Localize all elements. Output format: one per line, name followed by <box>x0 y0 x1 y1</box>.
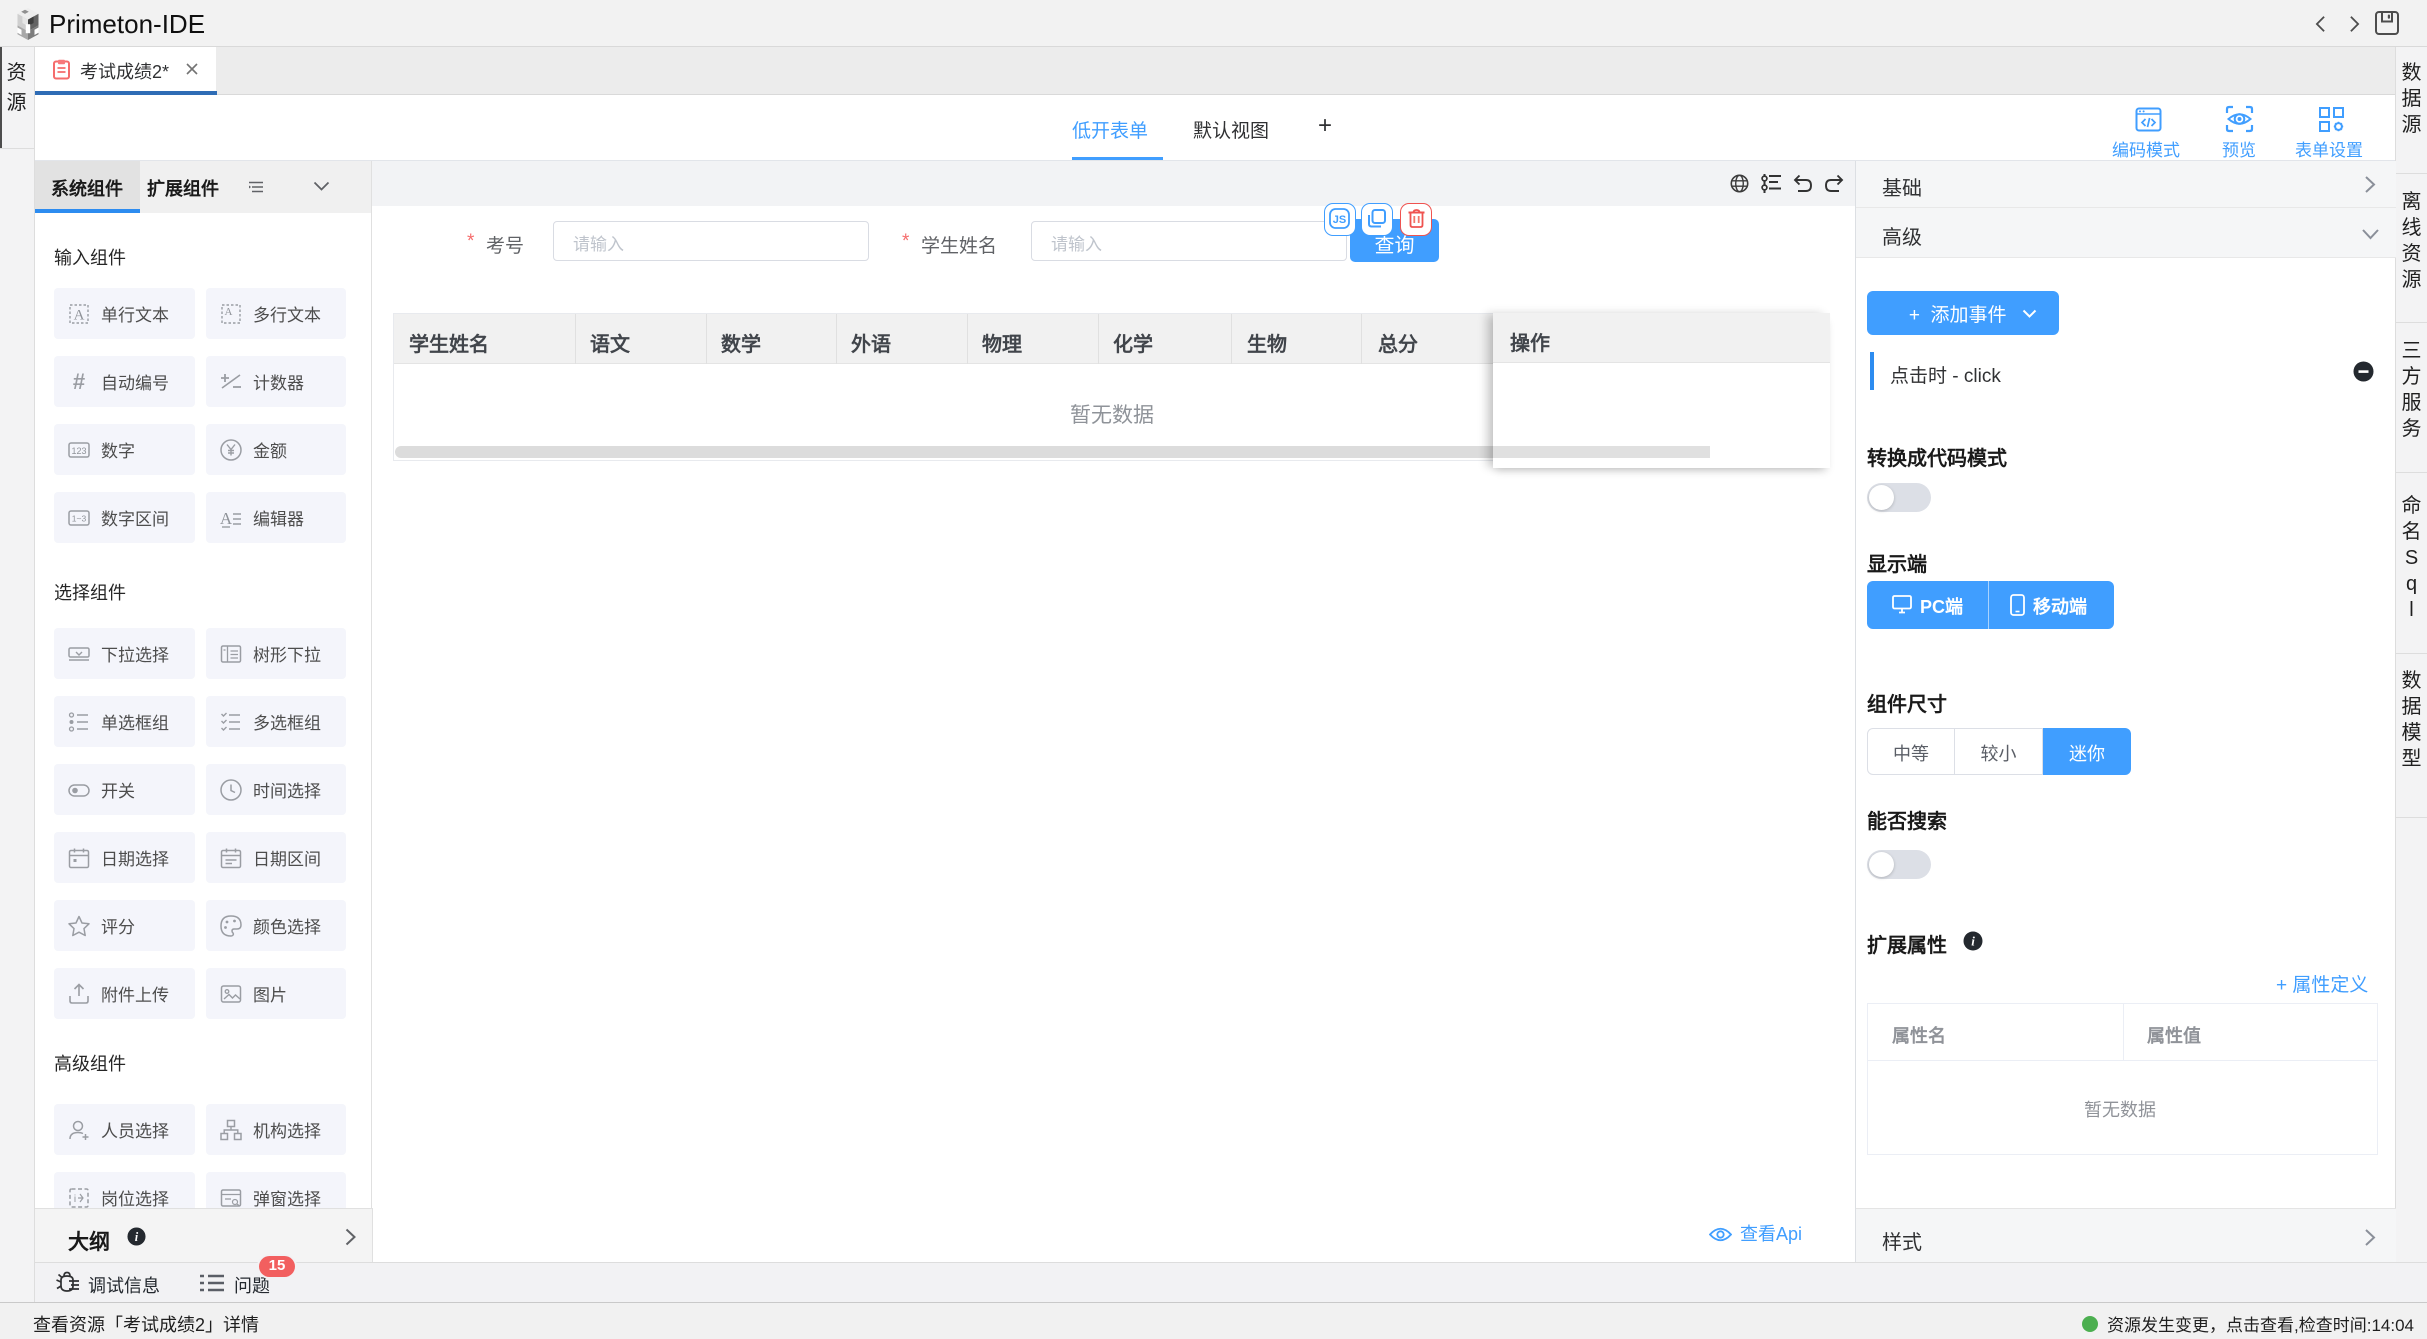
svg-text:i: i <box>74 1194 76 1205</box>
svg-text:i: i <box>1971 934 1975 949</box>
svg-text:123: 123 <box>71 446 86 456</box>
svg-text:JS: JS <box>1333 214 1346 226</box>
svg-text:A: A <box>225 306 233 318</box>
svg-text:i: i <box>135 1230 139 1244</box>
svg-text:#: # <box>73 370 85 394</box>
svg-text:A: A <box>74 307 85 323</box>
svg-text:1~3: 1~3 <box>72 513 87 523</box>
svg-text:A: A <box>220 509 233 528</box>
